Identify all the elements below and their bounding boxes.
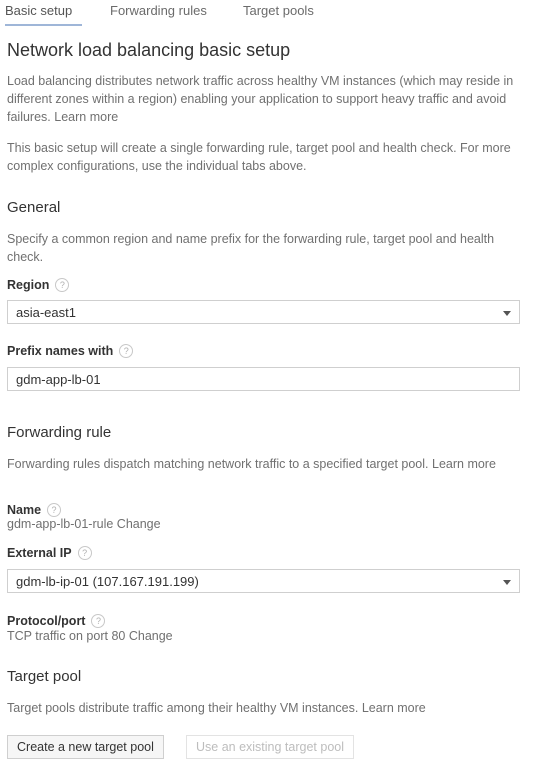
prefix-label: Prefix names with? — [7, 344, 134, 358]
protocol-label: Protocol/port? — [7, 614, 106, 628]
tab-forwarding-rules[interactable]: Forwarding rules — [110, 3, 207, 18]
forwarding-rule-description: Forwarding rules dispatch matching netwo… — [7, 455, 517, 473]
help-icon[interactable]: ? — [55, 278, 70, 292]
tab-bar: Basic setup Forwarding rules Target pool… — [0, 0, 552, 30]
protocol-label-text: Protocol/port — [7, 614, 86, 628]
tab-basic-setup[interactable]: Basic setup — [5, 3, 72, 18]
forwarding-rule-description-text: Forwarding rules dispatch matching netwo… — [7, 457, 429, 471]
chevron-down-icon — [503, 311, 511, 316]
target-pool-heading: Target pool — [7, 668, 82, 685]
chevron-down-icon — [503, 580, 511, 585]
region-label-text: Region — [7, 278, 50, 292]
create-target-pool-button[interactable]: Create a new target pool — [7, 735, 164, 759]
general-heading: General — [7, 199, 61, 216]
help-icon[interactable]: ? — [119, 344, 134, 358]
tab-target-pools[interactable]: Target pools — [243, 3, 314, 18]
help-icon[interactable]: ? — [47, 503, 62, 517]
help-icon[interactable]: ? — [77, 546, 92, 560]
external-ip-label: External IP? — [7, 546, 92, 560]
protocol-value: TCP traffic on port 80 Change — [7, 629, 173, 643]
prefix-input-value: gdm-app-lb-01 — [16, 372, 101, 387]
name-label-text: Name — [7, 503, 42, 517]
help-icon[interactable]: ? — [91, 614, 106, 628]
region-select[interactable]: asia-east1 — [7, 300, 520, 324]
external-ip-label-text: External IP — [7, 546, 72, 560]
learn-more-link[interactable]: Learn more — [362, 701, 426, 715]
target-pool-description: Target pools distribute traffic among th… — [7, 699, 537, 717]
learn-more-link[interactable]: Learn more — [54, 110, 118, 124]
region-label: Region? — [7, 278, 70, 292]
target-pool-description-text: Target pools distribute traffic among th… — [7, 701, 359, 715]
change-name-link[interactable]: Change — [117, 517, 161, 531]
external-ip-select[interactable]: gdm-lb-ip-01 (107.167.191.199) — [7, 569, 520, 593]
prefix-label-text: Prefix names with — [7, 344, 114, 358]
region-select-value: asia-east1 — [16, 305, 76, 320]
learn-more-link[interactable]: Learn more — [432, 457, 496, 471]
rule-name-text: gdm-app-lb-01-rule — [7, 517, 114, 531]
forwarding-rule-heading: Forwarding rule — [7, 424, 112, 441]
use-existing-target-pool-button[interactable]: Use an existing target pool — [186, 735, 355, 759]
change-protocol-link[interactable]: Change — [129, 629, 173, 643]
page-title: Network load balancing basic setup — [7, 40, 291, 60]
intro-description: Load balancing distributes network traff… — [7, 72, 537, 126]
basic-setup-note: This basic setup will create a single fo… — [7, 141, 511, 173]
active-tab-indicator — [5, 24, 82, 26]
name-label: Name? — [7, 503, 62, 517]
general-description: Specify a common region and name prefix … — [7, 232, 495, 264]
prefix-input[interactable]: gdm-app-lb-01 — [7, 367, 520, 391]
rule-name-value: gdm-app-lb-01-rule Change — [7, 517, 161, 531]
external-ip-select-value: gdm-lb-ip-01 (107.167.191.199) — [16, 574, 199, 589]
protocol-value-text: TCP traffic on port 80 — [7, 629, 126, 643]
